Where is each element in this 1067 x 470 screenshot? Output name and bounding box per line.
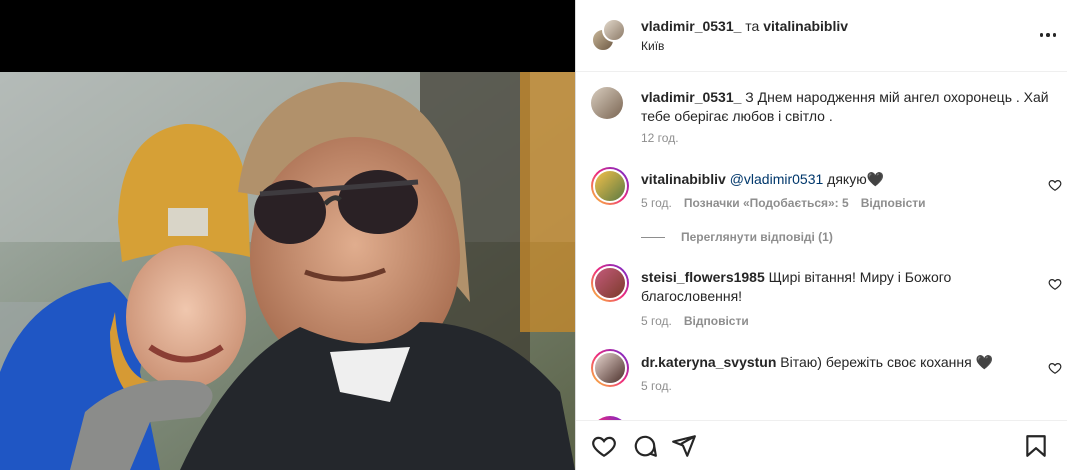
comment-mention[interactable]: @vladimir0531 <box>730 171 824 187</box>
authors-conjunction: та <box>745 18 760 34</box>
author-link-2[interactable]: vitalinabibliv <box>763 18 848 34</box>
post-header: vladimir_0531_ та vitalinabibliv Київ <box>576 0 1067 72</box>
author-link-1[interactable]: vladimir_0531_ <box>641 18 741 34</box>
caption-time[interactable]: 12 год. <box>641 131 679 145</box>
comment-time[interactable]: 5 год. <box>641 314 672 328</box>
comment-username[interactable]: steisi_flowers1985 <box>641 269 765 285</box>
location-link[interactable]: Київ <box>641 39 664 53</box>
share-icon[interactable] <box>671 433 697 459</box>
more-options-button[interactable] <box>1037 26 1059 44</box>
avatar-vitalina[interactable] <box>602 18 626 42</box>
post-actions-bar <box>576 420 1067 470</box>
post-authors: vladimir_0531_ та vitalinabibliv <box>641 18 848 34</box>
comment-avatar[interactable] <box>591 264 629 302</box>
comment-time[interactable]: 5 год. <box>641 196 672 210</box>
comment-heart-icon[interactable] <box>1048 178 1062 192</box>
comment-username[interactable]: dr.kateryna_svystun <box>641 354 776 370</box>
heart-icon[interactable] <box>591 433 617 459</box>
comment-icon[interactable] <box>632 433 658 459</box>
comment-likes[interactable]: Позначки «Подобається»: 5 <box>684 196 849 210</box>
post-media[interactable] <box>0 0 575 470</box>
view-replies-button[interactable]: Переглянути відповіді (1) <box>641 230 833 244</box>
comment-username[interactable]: vitalinabibliv <box>641 171 726 187</box>
caption-username[interactable]: vladimir_0531_ <box>641 89 741 105</box>
comment-avatar[interactable] <box>591 167 629 205</box>
post-photo[interactable] <box>0 72 575 470</box>
view-replies-label: Переглянути відповіді (1) <box>681 230 833 244</box>
comment-text: дякую🖤 <box>823 171 885 187</box>
post-side-panel: vladimir_0531_ та vitalinabibliv Київ vl… <box>575 0 1067 470</box>
reply-button[interactable]: Відповісти <box>861 196 926 210</box>
bookmark-icon[interactable] <box>1023 433 1049 459</box>
comment-heart-icon[interactable] <box>1048 277 1062 291</box>
comment-time[interactable]: 5 год. <box>641 379 672 393</box>
photo-illustration <box>0 72 575 470</box>
comment-avatar[interactable] <box>591 349 629 387</box>
reply-button[interactable]: Відповісти <box>684 314 749 328</box>
comment-heart-icon[interactable] <box>1048 361 1062 375</box>
caption-avatar[interactable] <box>591 87 623 119</box>
replies-divider <box>641 236 665 238</box>
comment-text: Вітаю) бережіть своє кохання 🖤 <box>776 354 993 370</box>
collab-avatars[interactable] <box>591 18 627 54</box>
more-horizontal-icon <box>1039 33 1044 37</box>
